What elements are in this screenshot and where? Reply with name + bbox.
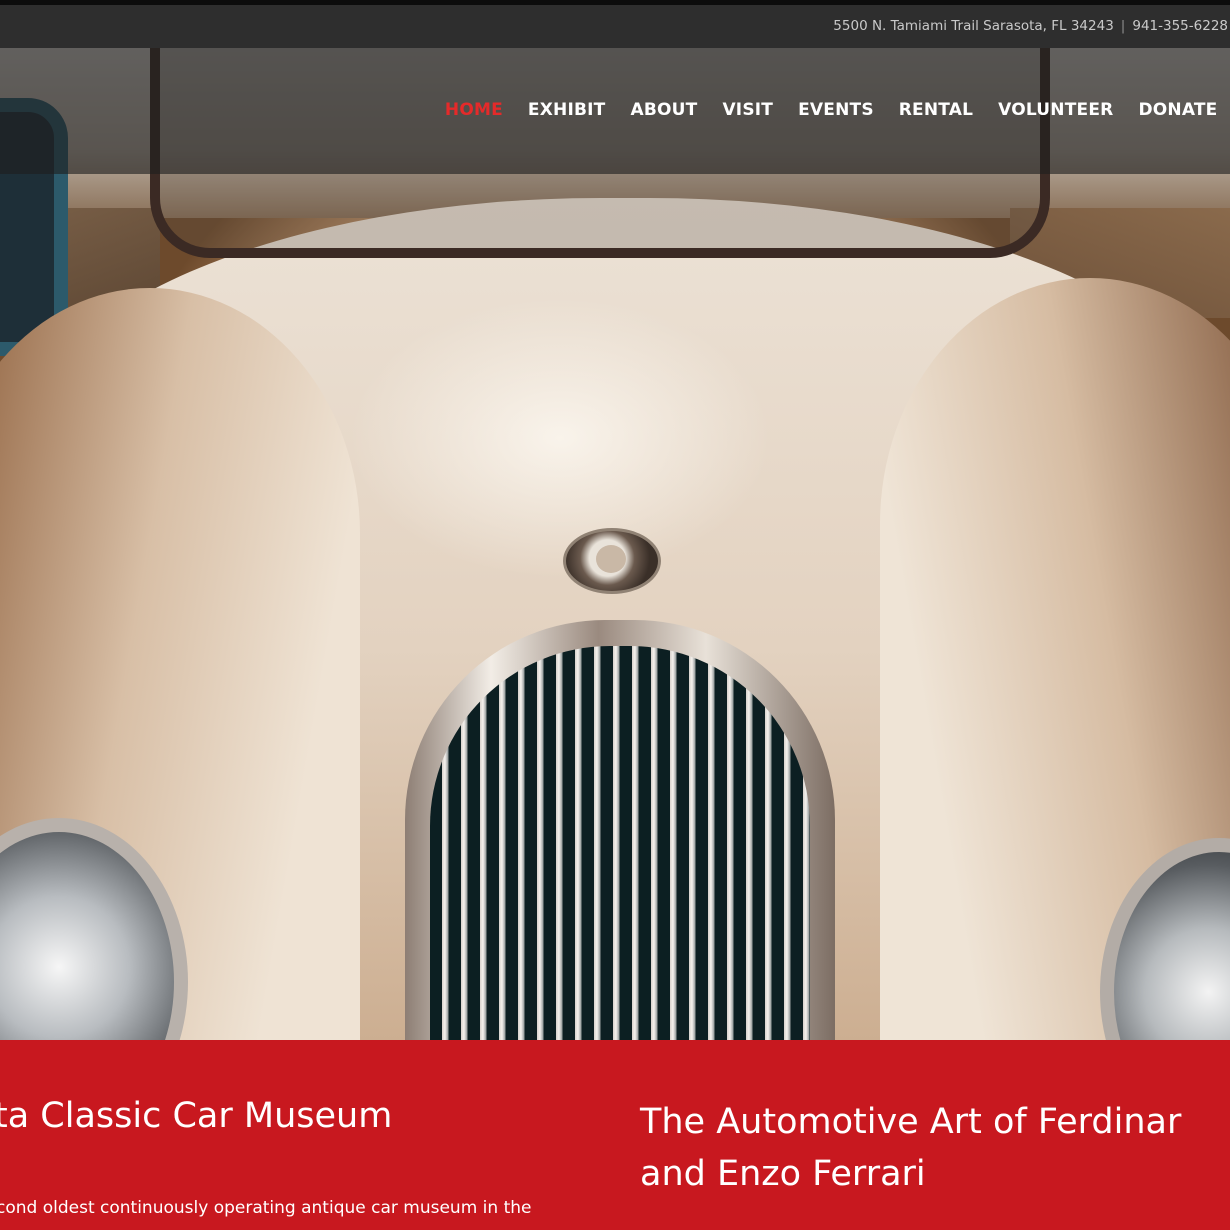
contact-separator: | [1120, 18, 1126, 34]
nav-home[interactable]: HOME [432, 100, 515, 120]
main-navigation-bar: HOME EXHIBIT ABOUT VISIT EVENTS RENTAL V… [0, 48, 1230, 174]
main-nav: HOME EXHIBIT ABOUT VISIT EVENTS RENTAL V… [432, 100, 1230, 120]
nav-rental[interactable]: RENTAL [886, 100, 985, 120]
museum-heading: ta Classic Car Museum [0, 1096, 393, 1136]
nav-visit[interactable]: VISIT [710, 100, 786, 120]
address-text: 5500 N. Tamiami Trail Sarasota, FL 34243 [833, 18, 1114, 34]
nav-volunteer[interactable]: VOLUNTEER [986, 100, 1126, 120]
hero-image [0, 48, 1230, 1040]
nav-events[interactable]: EVENTS [786, 100, 887, 120]
exhibit-heading[interactable]: The Automotive Art of Ferdinar and Enzo … [640, 1096, 1181, 1200]
contact-info: 5500 N. Tamiami Trail Sarasota, FL 34243… [833, 18, 1228, 34]
museum-intro-text: cond oldest continuously operating antiq… [0, 1198, 532, 1218]
exhibit-heading-line1: The Automotive Art of Ferdinar [640, 1102, 1182, 1142]
exhibit-heading-line2: and Enzo Ferrari [640, 1154, 926, 1194]
nav-donate[interactable]: DONATE [1126, 100, 1230, 120]
nav-exhibit[interactable]: EXHIBIT [515, 100, 618, 120]
nav-about[interactable]: ABOUT [618, 100, 710, 120]
car-badge-icon [563, 528, 661, 594]
feature-band: ta Classic Car Museum cond oldest contin… [0, 1040, 1230, 1230]
phone-link[interactable]: 941-355-6228 [1132, 18, 1228, 34]
car-grille [430, 646, 810, 1040]
contact-bar: 5500 N. Tamiami Trail Sarasota, FL 34243… [0, 5, 1230, 48]
